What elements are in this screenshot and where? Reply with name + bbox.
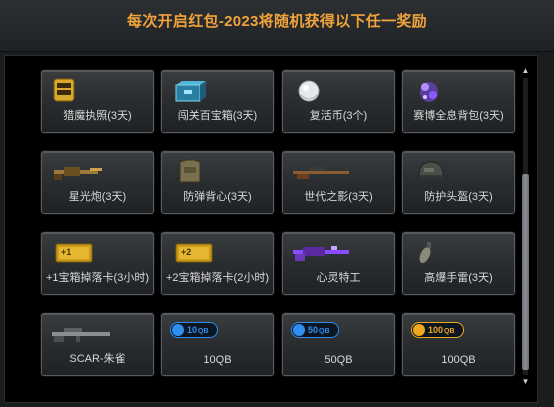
coin-icon: [293, 324, 305, 336]
qb-amount: 100: [428, 325, 444, 335]
qb-unit: QB: [444, 328, 455, 335]
purple-rifle-icon: [291, 239, 351, 267]
holo-backpack-icon: [411, 77, 471, 105]
reward-card[interactable]: 10QB 10QB: [161, 313, 274, 376]
starlight-cannon-icon: [50, 158, 110, 186]
revive-coin-icon: [291, 77, 351, 105]
qb-amount: 50: [308, 325, 319, 335]
bulletproof-vest-icon: [170, 158, 230, 186]
dialog-header: 每次开启红包-2023将随机获得以下任一奖励: [0, 0, 554, 52]
reward-label: 猎魔执照(3天): [63, 110, 132, 122]
reward-card[interactable]: +2 +2宝箱掉落卡(2小时): [161, 232, 274, 295]
reward-card[interactable]: 防护头盔(3天): [402, 151, 515, 214]
reward-label: 世代之影(3天): [304, 191, 373, 203]
reward-card[interactable]: 复活币(3个): [282, 70, 395, 133]
scrollbar[interactable]: ▲ ▼: [520, 66, 531, 387]
reward-card[interactable]: 星光炮(3天): [41, 151, 154, 214]
dialog-title: 每次开启红包-2023将随机获得以下任一奖励: [127, 13, 427, 30]
treasure-box-icon: [170, 77, 230, 105]
reward-card[interactable]: SCAR-朱雀: [41, 313, 154, 376]
reward-label: 星光炮(3天): [68, 191, 127, 203]
license-icon: [50, 77, 110, 105]
qb-unit: QB: [319, 328, 330, 335]
reward-label: 100QB: [441, 354, 476, 366]
drop-card-icon: +1: [50, 239, 110, 267]
reward-card[interactable]: +1 +1宝箱掉落卡(3小时): [41, 232, 154, 295]
qb-coin-icon: 10QB: [170, 320, 230, 348]
reward-label: 复活币(3个): [309, 110, 368, 122]
drop-card-badge: +1: [61, 247, 72, 257]
reward-label: +2宝箱掉落卡(2小时): [166, 272, 269, 284]
drop-card-badge: +2: [181, 247, 192, 257]
sniper-rifle-icon: [291, 158, 351, 186]
qb-unit: QB: [198, 328, 209, 335]
reward-card[interactable]: 赛博全息背包(3天): [402, 70, 515, 133]
scar-rifle-icon: [50, 320, 110, 348]
coin-icon: [413, 324, 425, 336]
reward-label: 赛博全息背包(3天): [413, 110, 504, 122]
qb-coin-icon: 50QB: [291, 320, 351, 348]
reward-card[interactable]: 防弹背心(3天): [161, 151, 274, 214]
reward-card[interactable]: 世代之影(3天): [282, 151, 395, 214]
reward-label: 50QB: [324, 354, 353, 366]
reward-card[interactable]: 猎魔执照(3天): [41, 70, 154, 133]
grenade-icon: [411, 239, 471, 267]
reward-card[interactable]: 高爆手雷(3天): [402, 232, 515, 295]
scroll-up-icon[interactable]: ▲: [520, 66, 531, 76]
scroll-down-icon[interactable]: ▼: [520, 377, 531, 387]
reward-label: +1宝箱掉落卡(3小时): [46, 272, 149, 284]
qb-coin-icon: 100QB: [411, 320, 471, 348]
reward-card[interactable]: 50QB 50QB: [282, 313, 395, 376]
drop-card-icon: +2: [170, 239, 230, 267]
reward-label: 闯关百宝箱(3天): [177, 110, 258, 122]
reward-label: 防护头盔(3天): [424, 191, 493, 203]
coin-icon: [172, 324, 184, 336]
reward-card[interactable]: 闯关百宝箱(3天): [161, 70, 274, 133]
scroll-thumb[interactable]: [522, 174, 529, 370]
reward-label: 高爆手雷(3天): [424, 272, 493, 284]
reward-card[interactable]: 100QB 100QB: [402, 313, 515, 376]
qb-badge: 10QB: [170, 322, 218, 338]
reward-label: SCAR-朱雀: [69, 353, 126, 365]
qb-amount: 10: [187, 325, 198, 335]
reward-label: 10QB: [203, 354, 232, 366]
reward-label: 防弹背心(3天): [183, 191, 252, 203]
qb-badge: 50QB: [291, 322, 339, 338]
helmet-icon: [411, 158, 471, 186]
reward-card[interactable]: 心灵特工: [282, 232, 395, 295]
reward-label: 心灵特工: [316, 272, 361, 284]
qb-badge: 100QB: [411, 322, 464, 338]
